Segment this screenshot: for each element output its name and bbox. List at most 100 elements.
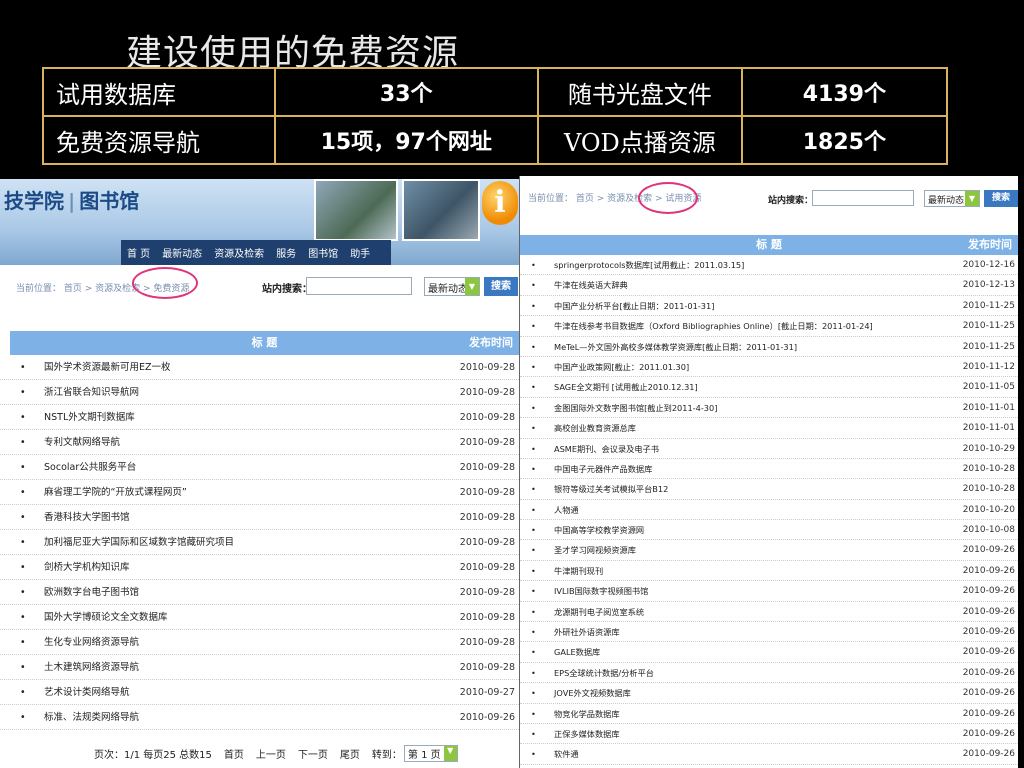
table-row[interactable]: • 土木建筑网络资源导航 2010-09-28 <box>0 655 519 680</box>
search-input[interactable] <box>306 277 412 295</box>
row-title[interactable]: 牛津期刊现刊 <box>554 561 603 581</box>
row-title[interactable]: 麻省理工学院的“开放式课程网页” <box>44 480 187 505</box>
row-title[interactable]: 牛津在线英语大辞典 <box>554 275 628 295</box>
table-row[interactable]: • 浙江省联合知识导航网 2010-09-28 <box>0 380 519 405</box>
row-title[interactable]: 外研社外语资源库 <box>554 622 620 642</box>
row-title[interactable]: 国外学术资源最新可用EZ一枚 <box>44 355 171 380</box>
table-row[interactable]: • JOVE外文视频数据库 2010-09-26 <box>520 683 1018 704</box>
table-row[interactable]: • 国外大学博硕论文全文数据库 2010-09-28 <box>0 605 519 630</box>
table-row[interactable]: • 人物通 2010-10-20 <box>520 500 1018 521</box>
row-title[interactable]: 圣才学习网视频资源库 <box>554 540 636 560</box>
table-row[interactable]: • 银符等级过关考试模拟平台B12 2010-10-28 <box>520 479 1018 500</box>
row-title[interactable]: 浙江省联合知识导航网 <box>44 380 139 405</box>
row-title[interactable]: ASME期刊、会议录及电子书 <box>554 439 659 459</box>
table-row[interactable]: • 软件通 2010-09-26 <box>520 744 1018 765</box>
row-title[interactable]: 中国高等学校教学资源网 <box>554 520 644 540</box>
row-title[interactable]: 欧洲数字台电子图书馆 <box>44 580 139 605</box>
search-button[interactable]: 搜索 <box>484 277 518 296</box>
row-title[interactable]: 龙源期刊电子阅览室系统 <box>554 602 644 622</box>
table-row[interactable]: • 金图国际外文数字图书馆[截止到2011-4-30] 2010-11-01 <box>520 398 1018 419</box>
table-row[interactable]: • Socolar公共服务平台 2010-09-28 <box>0 455 519 480</box>
table-row[interactable]: • 标准、法规类网络导航 2010-09-26 <box>0 705 519 730</box>
table-row[interactable]: • 欧洲数字台电子图书馆 2010-09-28 <box>0 580 519 605</box>
row-title[interactable]: EPS全球统计数据/分析平台 <box>554 663 654 683</box>
row-title[interactable]: 中国产业政策网[截止：2011.01.30] <box>554 357 689 377</box>
table-row[interactable]: • 中国产业政策网[截止：2011.01.30] 2010-11-12 <box>520 357 1018 378</box>
pager-next[interactable]: 下一页 <box>298 746 328 761</box>
row-title[interactable]: MeTeL—外文国外高校多媒体教学资源库[截止日期：2011-01-31] <box>554 337 797 357</box>
table-row[interactable]: • 香港科技大学图书馆 2010-09-28 <box>0 505 519 530</box>
row-title[interactable]: 剑桥大学机构知识库 <box>44 555 130 580</box>
page-select[interactable]: 第 1 页 ▼ <box>403 745 458 762</box>
row-title[interactable]: 中国电子元器件产品数据库 <box>554 459 652 479</box>
row-title[interactable]: 物竞化学品数据库 <box>554 704 620 724</box>
table-row[interactable]: • 中国产业分析平台[截止日期：2011-01-31] 2010-11-25 <box>520 296 1018 317</box>
row-title[interactable]: 金图国际外文数字图书馆[截止到2011-4-30] <box>554 398 717 418</box>
library-logo[interactable]: 技学院 | 图书馆 <box>4 185 139 214</box>
row-date: 2010-09-28 <box>459 362 515 373</box>
row-title[interactable]: springerprotocols数据库[试用截止：2011.03.15] <box>554 255 744 275</box>
table-row[interactable]: • 牛津期刊现刊 2010-09-26 <box>520 561 1018 582</box>
pager-prev[interactable]: 上一页 <box>256 746 286 761</box>
table-row[interactable]: • 圣才学习网视频资源库 2010-09-26 <box>520 540 1018 561</box>
row-title[interactable]: 正保多媒体数据库 <box>554 724 620 744</box>
table-row[interactable]: • 龙源期刊电子阅览室系统 2010-09-26 <box>520 602 1018 623</box>
bullet-icon: • <box>531 545 536 556</box>
table-row[interactable]: • 高校创业教育资源总库 2010-11-01 <box>520 418 1018 439</box>
table-row[interactable]: • 中国高等学校教学资源网 2010-10-08 <box>520 520 1018 541</box>
row-title[interactable]: JOVE外文视频数据库 <box>554 683 631 703</box>
table-row[interactable]: • GALE数据库 2010-09-26 <box>520 642 1018 663</box>
pager-last[interactable]: 尾页 <box>340 746 360 761</box>
row-title[interactable]: 中国产业分析平台[截止日期：2011-01-31] <box>554 296 714 316</box>
pager-first[interactable]: 首页 <box>224 746 244 761</box>
nav-home[interactable]: 首 页 <box>121 245 156 260</box>
table-row[interactable]: • 剑桥大学机构知识库 2010-09-28 <box>0 555 519 580</box>
table-row[interactable]: • 生化专业网络资源导航 2010-09-28 <box>0 630 519 655</box>
table-row[interactable]: • 加利福尼亚大学国际和区域数字馆藏研究项目 2010-09-28 <box>0 530 519 555</box>
nav-library[interactable]: 图书馆 <box>302 245 344 260</box>
row-title[interactable]: 土木建筑网络资源导航 <box>44 655 139 680</box>
category-select[interactable]: 最新动态 ▼ <box>924 190 980 207</box>
table-row[interactable]: • 正保多媒体数据库 2010-09-26 <box>520 724 1018 745</box>
row-title[interactable]: 银符等级过关考试模拟平台B12 <box>554 479 668 499</box>
table-row[interactable]: • NSTL外文期刊数据库 2010-09-28 <box>0 405 519 430</box>
nav-resources[interactable]: 资源及检索 <box>208 245 270 260</box>
category-select[interactable]: 最新动态 ▼ <box>424 277 480 296</box>
row-title[interactable]: 高校创业教育资源总库 <box>554 418 636 438</box>
row-title[interactable]: 人物通 <box>554 500 579 520</box>
row-title[interactable]: 软件通 <box>554 744 579 764</box>
row-title[interactable]: Socolar公共服务平台 <box>44 455 136 480</box>
row-title[interactable]: 艺术设计类网络导航 <box>44 680 130 705</box>
table-row[interactable]: • 中国电子元器件产品数据库 2010-10-28 <box>520 459 1018 480</box>
row-title[interactable]: SAGE全文期刊 [试用截止2010.12.31] <box>554 377 698 397</box>
row-title[interactable]: 加利福尼亚大学国际和区域数字馆藏研究项目 <box>44 530 234 555</box>
table-row[interactable]: • springerprotocols数据库[试用截止：2011.03.15] 20… <box>520 255 1018 276</box>
nav-helper[interactable]: 助手 <box>344 245 376 260</box>
table-row[interactable]: • 牛津在线参考书目数据库（Oxford Bibliographies Onlin… <box>520 316 1018 337</box>
table-row[interactable]: • 牛津在线英语大辞典 2010-12-13 <box>520 275 1018 296</box>
row-title[interactable]: 生化专业网络资源导航 <box>44 630 139 655</box>
table-row[interactable]: • 麻省理工学院的“开放式课程网页” 2010-09-28 <box>0 480 519 505</box>
table-row[interactable]: • SAGE全文期刊 [试用截止2010.12.31] 2010-11-05 <box>520 377 1018 398</box>
row-title[interactable]: NSTL外文期刊数据库 <box>44 405 135 430</box>
row-title[interactable]: IVLIB国际数字视频图书馆 <box>554 581 648 601</box>
row-title[interactable]: 香港科技大学图书馆 <box>44 505 130 530</box>
row-title[interactable]: 国外大学博硕论文全文数据库 <box>44 605 168 630</box>
table-row[interactable]: • 艺术设计类网络导航 2010-09-27 <box>0 680 519 705</box>
table-row[interactable]: • 外研社外语资源库 2010-09-26 <box>520 622 1018 643</box>
search-button[interactable]: 搜索 <box>984 190 1018 207</box>
row-title[interactable]: 标准、法规类网络导航 <box>44 705 139 730</box>
search-input[interactable] <box>812 190 914 206</box>
nav-service[interactable]: 服务 <box>270 245 302 260</box>
table-row[interactable]: • MeTeL—外文国外高校多媒体教学资源库[截止日期：2011-01-31] 20… <box>520 337 1018 357</box>
table-row[interactable]: • ASME期刊、会议录及电子书 2010-10-29 <box>520 439 1018 459</box>
row-title[interactable]: GALE数据库 <box>554 642 600 662</box>
nav-news[interactable]: 最新动态 <box>156 245 208 260</box>
table-row[interactable]: • IVLIB国际数字视频图书馆 2010-09-26 <box>520 581 1018 602</box>
table-row[interactable]: • 专利文献网络导航 2010-09-28 <box>0 430 519 455</box>
table-row[interactable]: • 国外学术资源最新可用EZ一枚 2010-09-28 <box>0 355 519 380</box>
table-row[interactable]: • EPS全球统计数据/分析平台 2010-09-26 <box>520 663 1018 684</box>
row-title[interactable]: 牛津在线参考书目数据库（Oxford Bibliographies Online… <box>554 316 873 336</box>
table-row[interactable]: • 物竞化学品数据库 2010-09-26 <box>520 704 1018 724</box>
row-title[interactable]: 专利文献网络导航 <box>44 430 120 455</box>
